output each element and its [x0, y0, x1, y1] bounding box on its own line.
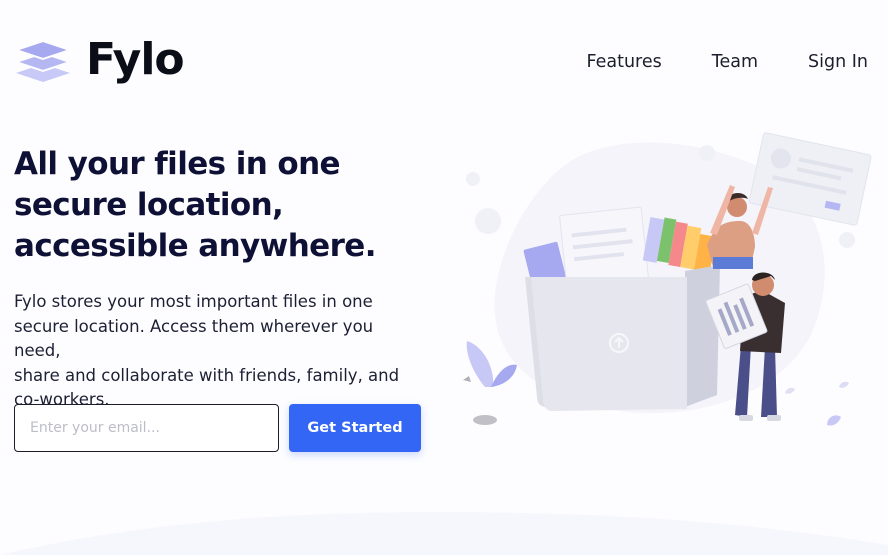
nav-link-team[interactable]: Team [712, 50, 758, 74]
description-line: secure location. Access them wherever yo… [14, 316, 374, 361]
nav-link-features[interactable]: Features [586, 50, 661, 74]
description-line: Fylo stores your most important files in… [14, 292, 373, 311]
stacked-layers-icon [14, 39, 72, 82]
brand-logo[interactable]: Fylo [14, 34, 185, 86]
hero-description: Fylo stores your most important files in… [14, 290, 424, 413]
landing-page: Fylo Features Team Sign In All your file… [0, 0, 888, 555]
headline-line: secure location, [14, 187, 284, 223]
headline-line: All your files in one [14, 146, 341, 182]
email-input[interactable] [14, 404, 279, 452]
brand-name: Fylo [86, 34, 185, 85]
people-filing-documents-illustration [463, 132, 872, 426]
section-divider-curve [0, 512, 888, 555]
nav-link-sign-in[interactable]: Sign In [808, 50, 868, 74]
headline-line: accessible anywhere. [14, 228, 376, 264]
main-nav: Features Team Sign In [536, 50, 868, 74]
get-started-button[interactable]: Get Started [289, 404, 421, 452]
description-line: share and collaborate with friends, fami… [14, 365, 400, 385]
hero-headline: All your files in one secure location, a… [14, 144, 434, 267]
